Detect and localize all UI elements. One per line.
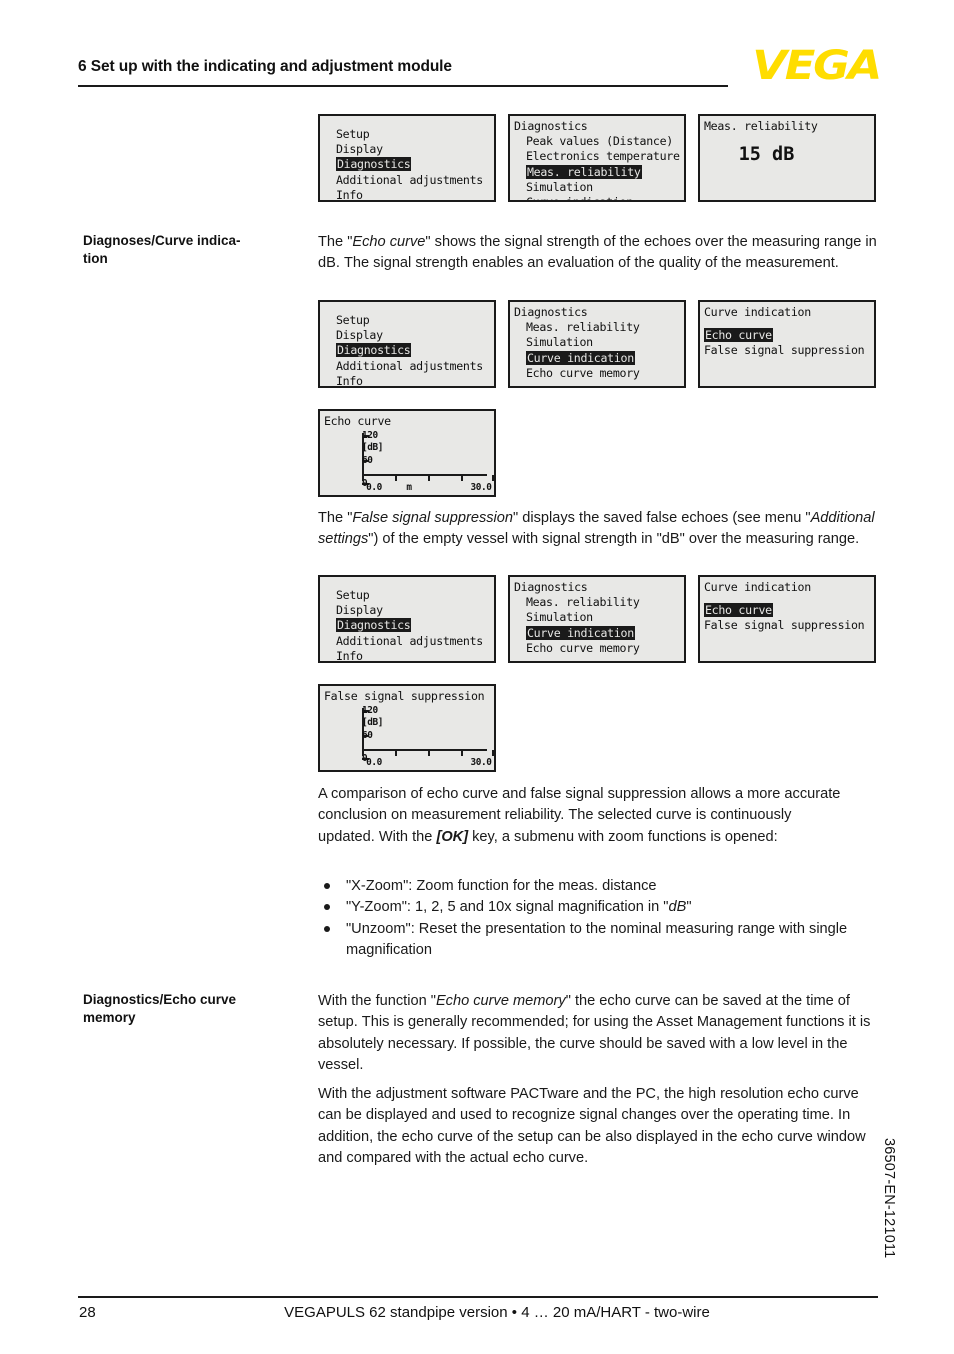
menu-item-setup[interactable]: Setup (324, 588, 491, 603)
chart-plot-area: 120 [dB] 60 0 0.0 30.0 (324, 704, 494, 768)
menu-item-diagnostics[interactable]: Diagnostics (324, 343, 491, 358)
menu-item-info[interactable]: Info (324, 649, 491, 661)
x-tick-4 (492, 750, 494, 756)
menu-item-peak-values[interactable]: Peak values (Distance) (514, 134, 681, 149)
menu-item-info[interactable]: Info (324, 188, 491, 200)
menu-item-simulation[interactable]: Simulation (514, 335, 681, 350)
menu-item-additional-adjustments[interactable]: Additional adjustments (324, 634, 491, 649)
menu-item-meas-reliability[interactable]: Meas. reliability (514, 164, 681, 180)
lcd-chart-echo-curve[interactable]: Echo curve 120 [dB] 60 0 0.0 m 30.0 (318, 409, 496, 497)
bullet-text: : Reset the presentation to the nominal … (346, 920, 848, 959)
vega-logo: VEGA (752, 43, 882, 89)
screen-title: Diagnostics (514, 580, 588, 594)
margin-heading-diagnoses-curve-indication: Diagnoses/Curve indica- tion (83, 233, 241, 266)
header-divider (78, 85, 728, 87)
footer-divider (78, 1296, 878, 1298)
menu-item-simulation[interactable]: Simulation (514, 180, 681, 195)
bullet-term: "Unzoom" (346, 920, 411, 937)
menu-item-setup[interactable]: Setup (324, 127, 491, 142)
bullet-icon (324, 904, 330, 911)
screen-title: Curve indication (704, 305, 811, 319)
x-tick-3 (461, 750, 463, 756)
lcd-screen-main-menu-3[interactable]: Setup Display Diagnostics Additional adj… (318, 575, 496, 663)
x-tick-1 (395, 750, 397, 756)
x-tick-2 (428, 475, 430, 481)
x-axis (362, 474, 487, 476)
paragraph-comparison: A comparison of echo curve and false sig… (318, 786, 841, 845)
menu-item-echo-curve-memory[interactable]: Echo curve memory (514, 366, 681, 381)
menu-item-false-signal-suppression[interactable]: False signal suppression (704, 343, 871, 358)
menu-item-curve-indication[interactable]: Curve indication (514, 350, 681, 366)
menu-separator: -------------------- (514, 655, 664, 663)
screen-title: Diagnostics (514, 305, 588, 319)
x-tick-0 (362, 750, 364, 756)
menu-item-diagnostics[interactable]: Diagnostics (324, 157, 491, 172)
screen-title: Curve indication (704, 580, 811, 594)
bullet-term: "Y-Zoom" (346, 899, 407, 916)
lcd-screen-meas-reliability-value[interactable]: Meas. reliability 15 dB (698, 114, 876, 202)
x-tick-2 (428, 750, 430, 756)
menu-item-setup[interactable]: Setup (324, 313, 491, 328)
screen-title: Diagnostics (514, 119, 588, 133)
x-tick-3 (461, 475, 463, 481)
menu-item-echo-curve-memory[interactable]: Echo curve memory (514, 641, 681, 656)
x-tick-label-end: 30.0 (470, 482, 492, 493)
x-tick-label-start: 0.0 (366, 482, 382, 493)
list-item: "X-Zoom": Zoom function for the meas. di… (318, 876, 893, 897)
lcd-screen-curve-indication-3[interactable]: Curve indication Echo curve False signal… (698, 575, 876, 663)
paragraph-pactware: With the adjustment software PACTware an… (318, 1086, 866, 1167)
menu-item-false-signal-suppression[interactable]: False signal suppression (704, 618, 871, 633)
footer-product-line: VEGAPULS 62 standpipe version • 4 … 20 m… (284, 1304, 710, 1321)
menu-item-electronics-temperature[interactable]: Electronics temperature (514, 149, 681, 164)
x-tick-label-start: 0.0 (366, 757, 382, 768)
lcd-screen-curve-indication-2[interactable]: Curve indication Echo curve False signal… (698, 300, 876, 388)
bullet-icon (324, 925, 330, 932)
x-tick-label-end: 30.0 (470, 757, 492, 768)
menu-item-additional-adjustments[interactable]: Additional adjustments (324, 359, 491, 374)
menu-separator: -------------------- (514, 380, 664, 388)
screen-title: Meas. reliability (704, 119, 818, 133)
paragraph-false-signal-suppression: The "False signal suppression" displays … (318, 510, 875, 548)
menu-item-display[interactable]: Display (324, 142, 491, 157)
menu-item-echo-curve[interactable]: Echo curve (704, 603, 871, 618)
menu-item-diagnostics[interactable]: Diagnostics (324, 618, 491, 633)
x-tick-0 (362, 475, 364, 481)
chart-title: False signal suppression (324, 689, 485, 703)
lcd-screen-main-menu-2[interactable]: Setup Display Diagnostics Additional adj… (318, 300, 496, 388)
lcd-chart-false-signal-suppression[interactable]: False signal suppression 120 [dB] 60 0 0… (318, 684, 496, 772)
x-axis (362, 749, 487, 751)
menu-item-simulation[interactable]: Simulation (514, 610, 681, 625)
chart-plot-area: 120 [dB] 60 0 0.0 m 30.0 (324, 429, 494, 493)
menu-item-curve-indication[interactable]: Curve indication (514, 625, 681, 641)
zoom-functions-list: "X-Zoom": Zoom function for the meas. di… (318, 876, 893, 962)
menu-item-curve-indication[interactable]: Curve indication (514, 195, 681, 200)
lcd-screen-diagnostics-menu-3[interactable]: Diagnostics Meas. reliability Simulation… (508, 575, 686, 663)
margin-heading-diagnostics-echo-curve-memory: Diagnostics/Echo curve memory (83, 992, 237, 1025)
menu-item-display[interactable]: Display (324, 603, 491, 618)
page-header: 6 Set up with the indicating and adjustm… (78, 46, 882, 98)
menu-item-meas-reliability[interactable]: Meas. reliability (514, 595, 681, 610)
lcd-screen-diagnostics-menu-1[interactable]: Diagnostics Peak values (Distance) Elect… (508, 114, 686, 202)
x-tick-4 (492, 475, 494, 481)
chart-title: Echo curve (324, 414, 391, 428)
menu-item-meas-reliability[interactable]: Meas. reliability (514, 320, 681, 335)
bullet-term: "X-Zoom" (346, 878, 409, 894)
lcd-screen-diagnostics-menu-2[interactable]: Diagnostics Meas. reliability Simulation… (508, 300, 686, 388)
x-axis-unit-label: m (406, 482, 412, 493)
menu-item-echo-curve[interactable]: Echo curve (704, 328, 871, 343)
paragraph-echo-curve: The "Echo curve" shows the signal streng… (318, 234, 877, 272)
menu-item-additional-adjustments[interactable]: Additional adjustments (324, 173, 491, 188)
menu-item-display[interactable]: Display (324, 328, 491, 343)
menu-item-info[interactable]: Info (324, 374, 491, 386)
bullet-text: : Zoom function for the meas. distance (408, 878, 657, 894)
list-item: "Y-Zoom": 1, 2, 5 and 10x signal magnifi… (318, 897, 893, 918)
x-tick-1 (395, 475, 397, 481)
bullet-icon (324, 883, 330, 889)
lcd-screen-main-menu-1[interactable]: Setup Display Diagnostics Additional adj… (318, 114, 496, 202)
meas-reliability-value: 15 dB (738, 144, 795, 166)
paragraph-echo-curve-memory: With the function "Echo curve memory" th… (318, 993, 871, 1074)
list-item: "Unzoom": Reset the presentation to the … (318, 919, 893, 962)
page-title: 6 Set up with the indicating and adjustm… (78, 58, 452, 75)
document-code: 36507-EN-121011 (881, 1138, 897, 1259)
